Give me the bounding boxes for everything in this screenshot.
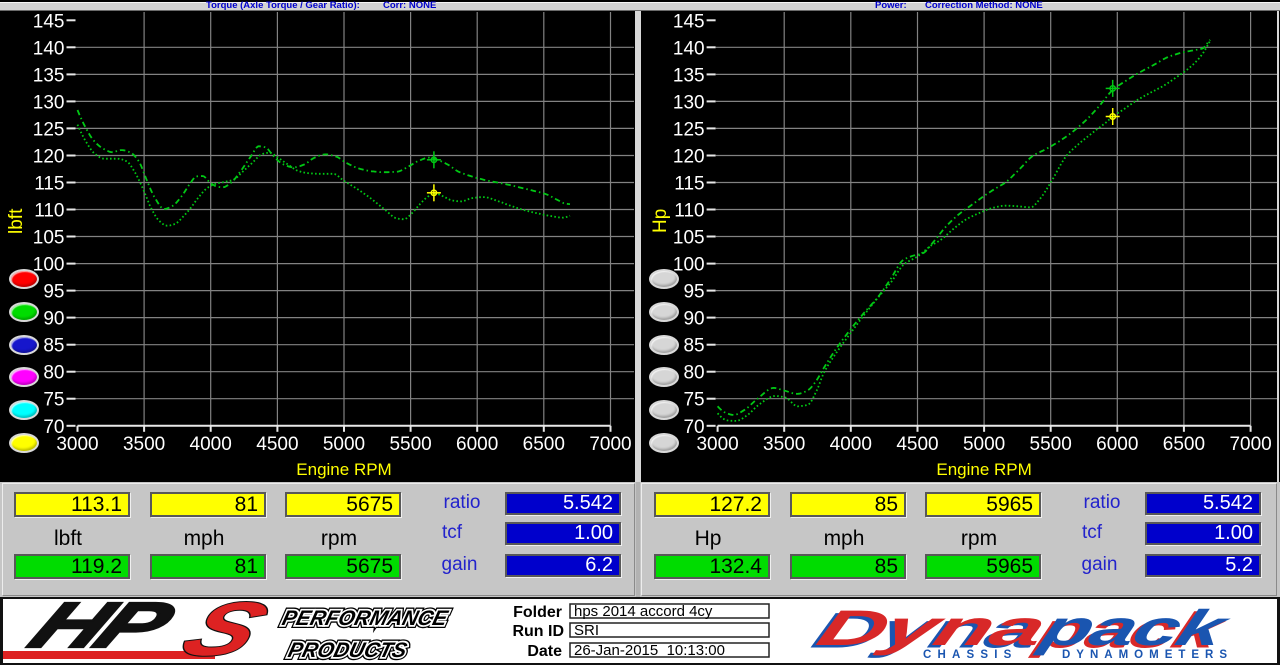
svg-text:80: 80 [43, 363, 64, 384]
svg-text:Dyna: Dyna [810, 600, 1053, 656]
svg-text:Run ID: Run ID [512, 623, 564, 640]
svg-text:Engine RPM: Engine RPM [936, 460, 1031, 479]
svg-text:Folder: Folder [513, 604, 562, 621]
svg-text:120: 120 [33, 147, 65, 168]
svg-text:4000: 4000 [190, 434, 232, 455]
svg-text:4000: 4000 [830, 434, 872, 455]
svg-text:3500: 3500 [123, 434, 165, 455]
svg-text:CHASSIS: CHASSIS [923, 649, 1018, 661]
svg-text:6000: 6000 [1096, 434, 1138, 455]
svg-text:110: 110 [34, 201, 64, 222]
svg-text:90: 90 [683, 309, 704, 330]
svg-text:125: 125 [673, 119, 705, 140]
svg-text:4500: 4500 [896, 434, 938, 455]
svg-text:100: 100 [33, 255, 65, 276]
svg-text:3000: 3000 [696, 434, 738, 455]
svg-text:S: S [166, 598, 283, 665]
svg-text:5000: 5000 [963, 434, 1005, 455]
svg-text:95: 95 [43, 282, 64, 303]
svg-text:75: 75 [43, 390, 64, 411]
svg-text:5000: 5000 [323, 434, 365, 455]
svg-text:7000: 7000 [589, 434, 631, 455]
svg-text:100: 100 [673, 255, 705, 276]
svg-text:110: 110 [674, 201, 704, 222]
svg-text:3500: 3500 [763, 434, 805, 455]
svg-text:145: 145 [33, 11, 65, 32]
svg-text:85: 85 [683, 336, 704, 357]
svg-text:130: 130 [33, 92, 65, 113]
svg-text:135: 135 [673, 65, 705, 86]
svg-text:85: 85 [43, 336, 64, 357]
svg-text:pack: pack [1032, 600, 1238, 656]
svg-text:5500: 5500 [389, 434, 431, 455]
svg-text:6500: 6500 [523, 434, 565, 455]
svg-text:90: 90 [43, 309, 64, 330]
svg-text:75: 75 [683, 390, 704, 411]
svg-text:3000: 3000 [56, 434, 98, 455]
svg-text:6000: 6000 [456, 434, 498, 455]
svg-text:SRI: SRI [574, 622, 599, 639]
svg-text:145: 145 [673, 11, 705, 32]
svg-text:lbft: lbft [6, 208, 27, 234]
svg-text:115: 115 [34, 174, 64, 195]
svg-text:125: 125 [33, 119, 65, 140]
svg-text:95: 95 [683, 282, 704, 303]
svg-text:130: 130 [673, 92, 705, 113]
svg-text:140: 140 [673, 38, 705, 59]
svg-text:135: 135 [33, 65, 65, 86]
svg-text:PERFORMANCE: PERFORMANCE [280, 606, 451, 630]
svg-text:140: 140 [33, 38, 65, 59]
svg-text:4500: 4500 [256, 434, 298, 455]
svg-text:Engine RPM: Engine RPM [296, 460, 391, 479]
svg-text:DYNAMOMETERS: DYNAMOMETERS [1062, 649, 1233, 661]
svg-text:Hp: Hp [650, 209, 671, 233]
svg-text:105: 105 [33, 228, 65, 249]
svg-text:80: 80 [683, 363, 704, 384]
svg-text:PRODUCTS: PRODUCTS [286, 638, 410, 662]
svg-text:26-Jan-2015 10:13:00: 26-Jan-2015 10:13:00 [574, 642, 725, 659]
svg-text:7000: 7000 [1229, 434, 1271, 455]
svg-text:6500: 6500 [1163, 434, 1205, 455]
svg-text:120: 120 [673, 147, 705, 168]
svg-text:hps 2014 accord 4cy: hps 2014 accord 4cy [574, 603, 713, 620]
svg-text:105: 105 [673, 228, 705, 249]
svg-text:5500: 5500 [1030, 434, 1072, 455]
svg-text:Date: Date [527, 643, 562, 660]
svg-text:115: 115 [674, 174, 704, 195]
